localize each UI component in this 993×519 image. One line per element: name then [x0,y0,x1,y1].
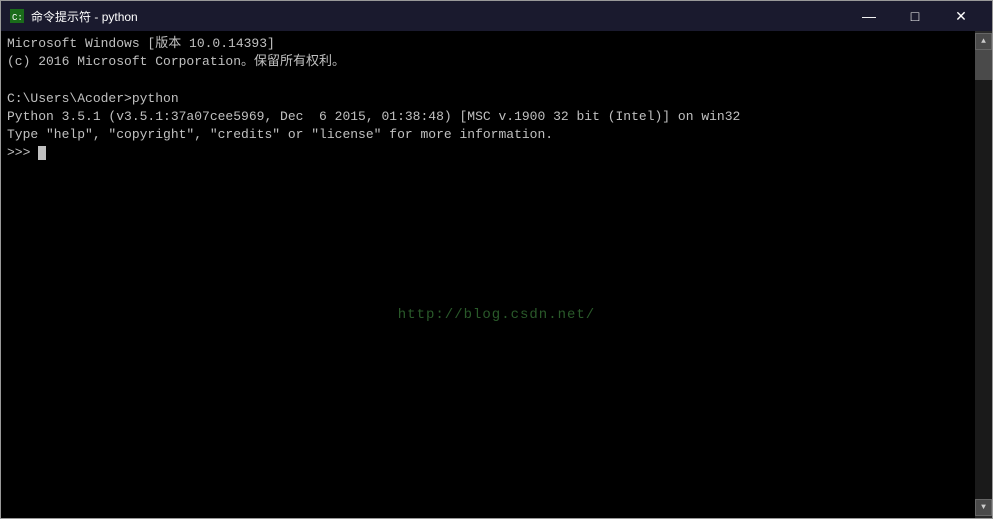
scrollbar-down-button[interactable]: ▼ [975,499,992,516]
svg-text:C:: C: [12,13,23,23]
console-line-4: C:\Users\Acoder>python [7,90,969,108]
title-bar-left: C: 命令提示符 - python [9,8,138,25]
scrollbar-thumb[interactable] [975,50,992,80]
window: C: 命令提示符 - python — □ ✕ Microsoft Window… [0,0,993,519]
console-line-3 [7,71,969,89]
console-line-5: Python 3.5.1 (v3.5.1:37a07cee5969, Dec 6… [7,108,969,126]
minimize-button[interactable]: — [846,1,892,31]
scrollbar-up-button[interactable]: ▲ [975,33,992,50]
title-bar-title: 命令提示符 - python [31,8,138,25]
console-line-2: (c) 2016 Microsoft Corporation。保留所有权利。 [7,53,969,71]
console-line-1: Microsoft Windows [版本 10.0.14393] [7,35,969,53]
console-line-7: >>> [7,144,969,162]
cursor [38,146,46,160]
vertical-scrollbar[interactable]: ▲ ▼ [975,31,992,518]
maximize-button[interactable]: □ [892,1,938,31]
close-button[interactable]: ✕ [938,1,984,31]
console-body[interactable]: Microsoft Windows [版本 10.0.14393] (c) 20… [1,31,992,518]
console-line-6: Type "help", "Type "help", "copyright", … [7,126,969,144]
console-content: Microsoft Windows [版本 10.0.14393] (c) 20… [1,31,975,518]
title-bar: C: 命令提示符 - python — □ ✕ [1,1,992,31]
scrollbar-track[interactable] [975,50,992,499]
title-bar-controls: — □ ✕ [846,1,984,31]
cmd-icon: C: [9,8,25,24]
